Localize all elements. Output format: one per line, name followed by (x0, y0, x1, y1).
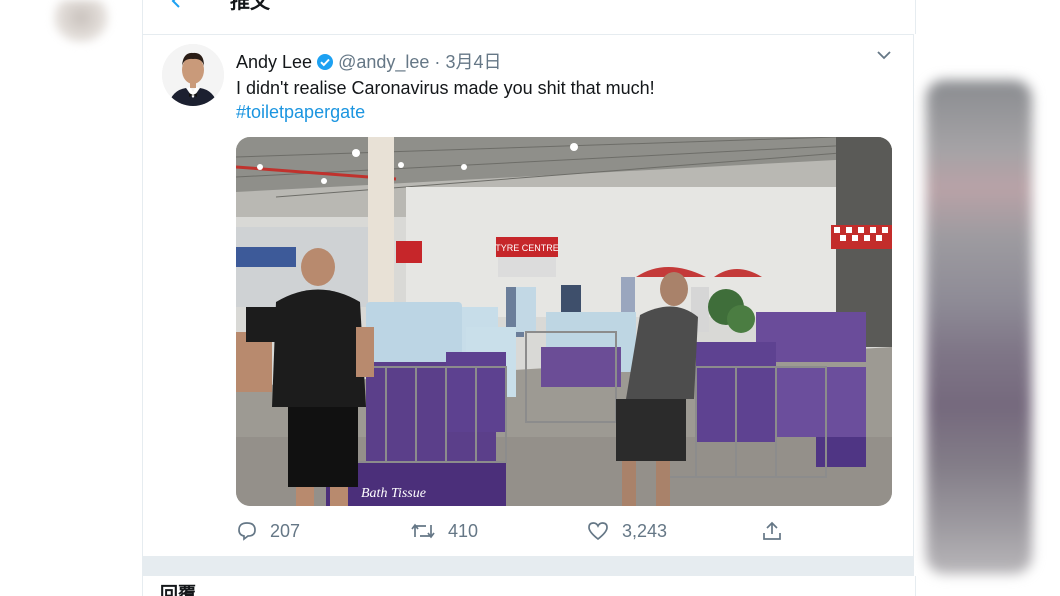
tweet-actions: 207 410 3,243 (236, 518, 796, 544)
tweet-text: I didn't realise Caronavirus made you sh… (236, 78, 655, 98)
chevron-down-icon[interactable] (874, 48, 894, 64)
author-name[interactable]: Andy Lee (236, 52, 312, 72)
blurred-image (926, 80, 1032, 574)
verified-badge-icon (316, 53, 334, 71)
blurred-shape (52, 0, 110, 44)
tweet-date[interactable]: 3月4日 (445, 52, 501, 72)
share-button[interactable] (760, 518, 796, 544)
reply-section-label: 回覆 (160, 584, 196, 596)
like-button[interactable]: 3,243 (586, 518, 667, 544)
tyre-centre-sign: TYRE CENTRE (495, 243, 559, 253)
section-divider (142, 556, 914, 576)
avatar[interactable] (162, 44, 224, 106)
blurred-background-right (914, 0, 1060, 596)
like-count: 3,243 (622, 520, 668, 541)
reply-icon (238, 522, 256, 541)
tweet-header: Andy Lee @andy_lee · 3月4日 (236, 48, 501, 72)
retweet-icon (411, 523, 435, 539)
shelf-product-label: Bath Tissue (361, 486, 426, 501)
retweet-button[interactable]: 410 (410, 518, 478, 544)
hashtag-link[interactable]: #toiletpapergate (236, 100, 365, 124)
separator-dot: · (434, 52, 441, 72)
reply-section (142, 576, 916, 596)
tweet-photo[interactable]: TYRE CENTRE Bath Tissue (236, 137, 892, 506)
heart-icon (588, 522, 608, 541)
retweet-count: 410 (448, 520, 479, 541)
author-handle[interactable]: @andy_lee (338, 52, 429, 72)
reply-count: 207 (270, 520, 301, 541)
blurred-background-left (0, 0, 142, 596)
arrow-left-icon[interactable] (170, 0, 184, 8)
share-icon (763, 521, 781, 540)
reply-button[interactable]: 207 (236, 518, 300, 544)
page-title: 推文 (230, 0, 270, 13)
